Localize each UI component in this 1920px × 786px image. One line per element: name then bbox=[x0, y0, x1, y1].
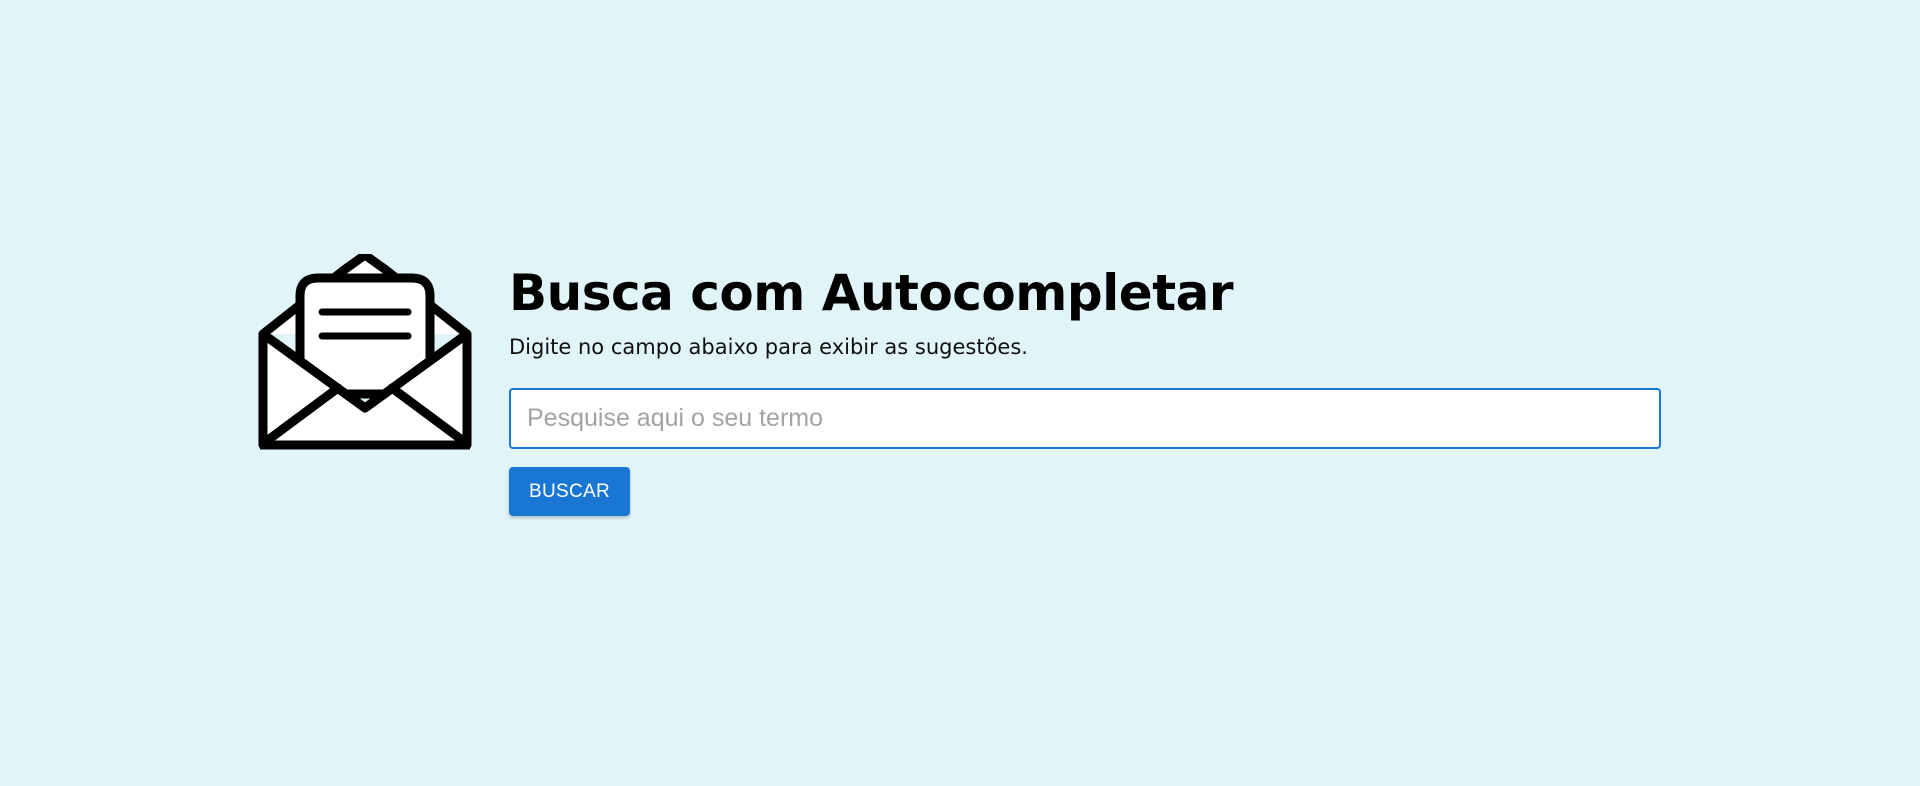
page-title: Busca com Autocompletar bbox=[509, 264, 1234, 322]
search-panel: Busca com Autocompletar Digite no campo … bbox=[509, 258, 1661, 516]
page: Busca com Autocompletar Digite no campo … bbox=[0, 0, 1920, 786]
open-envelope-icon bbox=[258, 250, 472, 450]
search-button[interactable]: BUSCAR bbox=[509, 467, 630, 516]
page-subtitle: Digite no campo abaixo para exibir as su… bbox=[509, 335, 1028, 359]
search-input[interactable] bbox=[509, 388, 1661, 449]
